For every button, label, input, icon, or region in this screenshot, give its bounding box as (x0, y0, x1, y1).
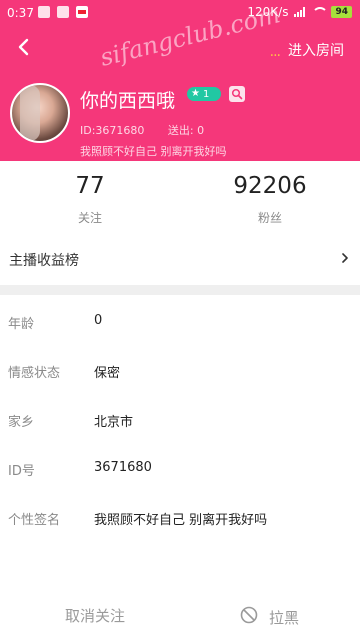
info-value: 保密 (94, 366, 121, 381)
following-count: 77 (75, 173, 105, 199)
bottom-action-bar: 取消关注 拉黑 (0, 596, 360, 640)
info-row-age: 年龄 0 (0, 313, 360, 343)
header-signature: 我照顾不好自己 别离开我好吗 (80, 145, 227, 158)
following-label: 关注 (77, 211, 102, 225)
info-value: 我照顾不好自己 别离开我好吗 (94, 513, 268, 528)
shield-icon (38, 6, 50, 18)
following-stat[interactable]: 77 关注 (0, 161, 180, 226)
search-icon[interactable] (229, 86, 245, 102)
section-divider (0, 285, 360, 295)
chevron-right-icon (342, 253, 348, 263)
enter-room-dots: ... (269, 44, 281, 60)
signal-icon (294, 7, 306, 17)
usb-icon (57, 6, 69, 18)
battery-icon: 94 (331, 6, 352, 18)
info-value: 北京市 (94, 415, 134, 430)
level-value: 1 (202, 88, 210, 100)
info-key: 年龄 (8, 317, 35, 332)
earnings-label: 主播收益榜 (9, 253, 79, 269)
block-button[interactable]: 拉黑 (190, 596, 360, 640)
block-label: 拉黑 (269, 609, 300, 627)
block-icon (240, 606, 258, 624)
info-row-hometown: 家乡 北京市 (0, 411, 360, 441)
username: 你的西西哦 (80, 90, 176, 112)
wifi-icon (311, 7, 329, 17)
info-value: 3671680 (94, 460, 152, 475)
level-badge: ★ 1 (187, 87, 221, 101)
info-key: 个性签名 (8, 513, 61, 528)
fans-count: 92206 (233, 173, 307, 199)
info-value: 0 (94, 313, 103, 328)
avatar[interactable] (10, 83, 70, 143)
enter-room-button[interactable]: 进入房间 (288, 40, 344, 60)
stats-row: 77 关注 92206 粉丝 (0, 161, 360, 233)
unfollow-button[interactable]: 取消关注 (0, 596, 190, 640)
info-row-relationship: 情感状态 保密 (0, 362, 360, 392)
earnings-ranking-row[interactable]: 主播收益榜 (0, 240, 360, 276)
sent-count: 送出: 0 (167, 124, 205, 137)
user-id: ID:3671680 (80, 124, 145, 137)
fans-stat[interactable]: 92206 粉丝 (180, 161, 360, 226)
fans-label: 粉丝 (257, 211, 282, 225)
back-button[interactable] (14, 37, 34, 57)
info-key: 家乡 (8, 415, 35, 430)
app-notification-icon (76, 6, 88, 18)
profile-header: 0:37 120K/s 94 sifangclub.com ... 进入房间 你… (0, 0, 360, 161)
uid-line: ID:3671680 送出: 0 (80, 122, 204, 138)
star-icon: ★ (191, 88, 200, 99)
status-bar: 0:37 120K/s 94 (0, 0, 360, 26)
status-notification-icons (38, 6, 88, 18)
info-key: 情感状态 (8, 366, 61, 381)
info-key: ID号 (8, 464, 35, 479)
chevron-left-icon (18, 38, 29, 56)
info-row-signature: 个性签名 我照顾不好自己 别离开我好吗 (0, 509, 360, 539)
info-row-id: ID号 3671680 (0, 460, 360, 490)
status-time: 0:37 (7, 6, 34, 20)
